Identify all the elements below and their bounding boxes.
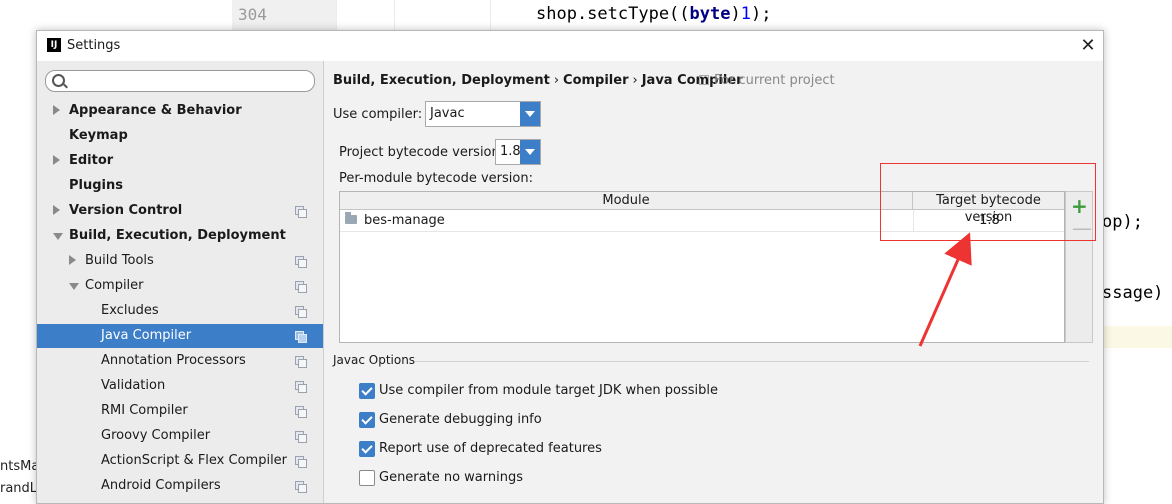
checkbox-label: Report use of deprecated features <box>379 441 602 456</box>
sidebar-item-label: Editor <box>69 153 114 168</box>
scope-note: For current project <box>699 73 835 88</box>
breadcrumb-item[interactable]: Compiler <box>563 73 628 88</box>
sidebar-item-label: Keymap <box>69 128 128 143</box>
sidebar-item-label: Android Compilers <box>101 478 221 493</box>
project-scope-icon <box>295 381 307 393</box>
checkbox[interactable] <box>359 383 375 399</box>
title-bar: IJ Settings ✕ <box>37 31 1103 61</box>
sidebar-item-build-tools[interactable]: Build Tools <box>37 249 323 273</box>
chevron-down-icon[interactable] <box>520 102 540 126</box>
dialog-title: Settings <box>67 38 121 53</box>
sidebar-item-label: Excludes <box>101 303 159 318</box>
close-button[interactable]: ✕ <box>1077 35 1099 57</box>
search-input[interactable] <box>45 70 315 92</box>
sidebar-item-actionscript-flex-compiler[interactable]: ActionScript & Flex Compiler <box>37 449 323 473</box>
chevron-down-icon[interactable] <box>53 233 63 240</box>
project-scope-icon <box>295 431 307 443</box>
checkbox[interactable] <box>359 441 375 457</box>
project-bytecode-value: 1.8 <box>500 144 521 159</box>
sidebar-item-editor[interactable]: Editor <box>37 149 323 173</box>
project-scope-icon <box>295 256 307 268</box>
project-scope-icon <box>699 75 709 85</box>
sidebar-item-android-compilers[interactable]: Android Compilers <box>37 474 323 498</box>
chevron-right-icon[interactable] <box>53 205 60 215</box>
checkbox-label: Generate no warnings <box>379 470 524 485</box>
arrow-line <box>918 232 972 347</box>
sidebar-item-keymap[interactable]: Keymap <box>37 124 323 148</box>
chevron-down-icon[interactable] <box>520 140 540 164</box>
project-scope-icon <box>295 306 307 318</box>
sidebar-item-excludes[interactable]: Excludes <box>37 299 323 323</box>
sidebar-item-label: RMI Compiler <box>101 403 188 418</box>
breadcrumb-separator: › <box>553 73 560 88</box>
use-compiler-label: Use compiler: <box>333 107 423 122</box>
section-divider <box>415 361 1089 362</box>
chevron-right-icon[interactable] <box>53 105 60 115</box>
sidebar-item-label: Version Control <box>69 203 183 218</box>
sidebar-item-annotation-processors[interactable]: Annotation Processors <box>37 349 323 373</box>
sidebar-item-label: Annotation Processors <box>101 353 246 368</box>
project-scope-icon <box>295 281 307 293</box>
use-compiler-select[interactable]: Javac <box>425 101 541 127</box>
module-name-cell: bes-manage <box>364 213 445 228</box>
indent-guide <box>490 0 491 30</box>
sidebar-item-label: Validation <box>101 378 166 393</box>
sidebar-item-label: Compiler <box>85 278 144 293</box>
chevron-right-icon[interactable] <box>69 255 76 265</box>
project-scope-icon <box>295 406 307 418</box>
search-icon <box>52 74 65 87</box>
chevron-down-icon[interactable] <box>69 283 79 290</box>
checkbox-label: Use compiler from module target JDK when… <box>379 383 718 398</box>
use-compiler-value: Javac <box>430 106 465 121</box>
checkbox[interactable] <box>359 412 375 428</box>
sidebar-item-compiler[interactable]: Compiler <box>37 274 323 298</box>
sidebar-item-validation[interactable]: Validation <box>37 374 323 398</box>
sidebar-item-rmi-compiler[interactable]: RMI Compiler <box>37 399 323 423</box>
code-line: shop.setcType((byte)1); <box>536 4 772 24</box>
sidebar-item-label: Build, Execution, Deployment <box>69 228 286 243</box>
caret-line-highlight <box>1100 326 1172 348</box>
sidebar-item-label: ActionScript & Flex Compiler <box>101 453 288 468</box>
project-tree-fragment: randLi <box>0 481 41 496</box>
breadcrumb-item[interactable]: Build, Execution, Deployment <box>333 73 550 88</box>
sidebar-item-version-control[interactable]: Version Control <box>37 199 323 223</box>
project-scope-icon <box>295 456 307 468</box>
column-header-module[interactable]: Module <box>340 192 913 210</box>
indent-guide <box>336 0 337 30</box>
checkbox-label: Generate debugging info <box>379 412 542 427</box>
intellij-app-icon: IJ <box>47 38 61 52</box>
javac-options-title: Javac Options <box>333 353 416 367</box>
breadcrumb-separator: › <box>632 73 638 88</box>
breadcrumb: Build, Execution, Deployment › Compiler › Ja… <box>333 73 743 88</box>
sidebar-item-build-execution-deployment[interactable]: Build, Execution, Deployment <box>37 224 323 248</box>
sidebar-item-appearance-behavior[interactable]: Appearance & Behavior <box>37 99 323 123</box>
project-bytecode-select[interactable]: 1.8 <box>495 139 541 165</box>
code-fragment: ssage) <box>1102 283 1164 303</box>
project-bytecode-label: Project bytecode version: <box>339 145 505 160</box>
chevron-right-icon[interactable] <box>53 155 60 165</box>
per-module-label: Per-module bytecode version: <box>339 171 533 186</box>
settings-sidebar: Appearance & Behavior Keymap Editor Plugins… <box>37 61 324 503</box>
sidebar-item-label: Java Compiler <box>101 328 192 343</box>
code-fragment: op); <box>1102 212 1143 232</box>
sidebar-item-label: Plugins <box>69 178 123 193</box>
checkbox[interactable] <box>359 470 375 486</box>
indent-guide <box>394 0 395 30</box>
project-scope-icon <box>295 356 307 368</box>
project-scope-icon <box>295 206 307 218</box>
sidebar-item-java-compiler[interactable]: Java Compiler <box>37 324 323 348</box>
project-scope-icon <box>295 481 307 493</box>
project-tree-fragment: ntsMa <box>0 459 40 474</box>
sidebar-item-label: Groovy Compiler <box>101 428 211 443</box>
sidebar-item-label: Appearance & Behavior <box>69 103 242 118</box>
sidebar-item-groovy-compiler[interactable]: Groovy Compiler <box>37 424 323 448</box>
project-scope-icon <box>295 331 307 343</box>
sidebar-item-label: Build Tools <box>85 253 154 268</box>
line-number: 304 <box>238 5 267 24</box>
annotation-highlight-box <box>880 163 1096 241</box>
annotation-arrow <box>918 232 972 347</box>
sidebar-item-plugins[interactable]: Plugins <box>37 174 323 198</box>
module-folder-icon <box>345 212 357 224</box>
